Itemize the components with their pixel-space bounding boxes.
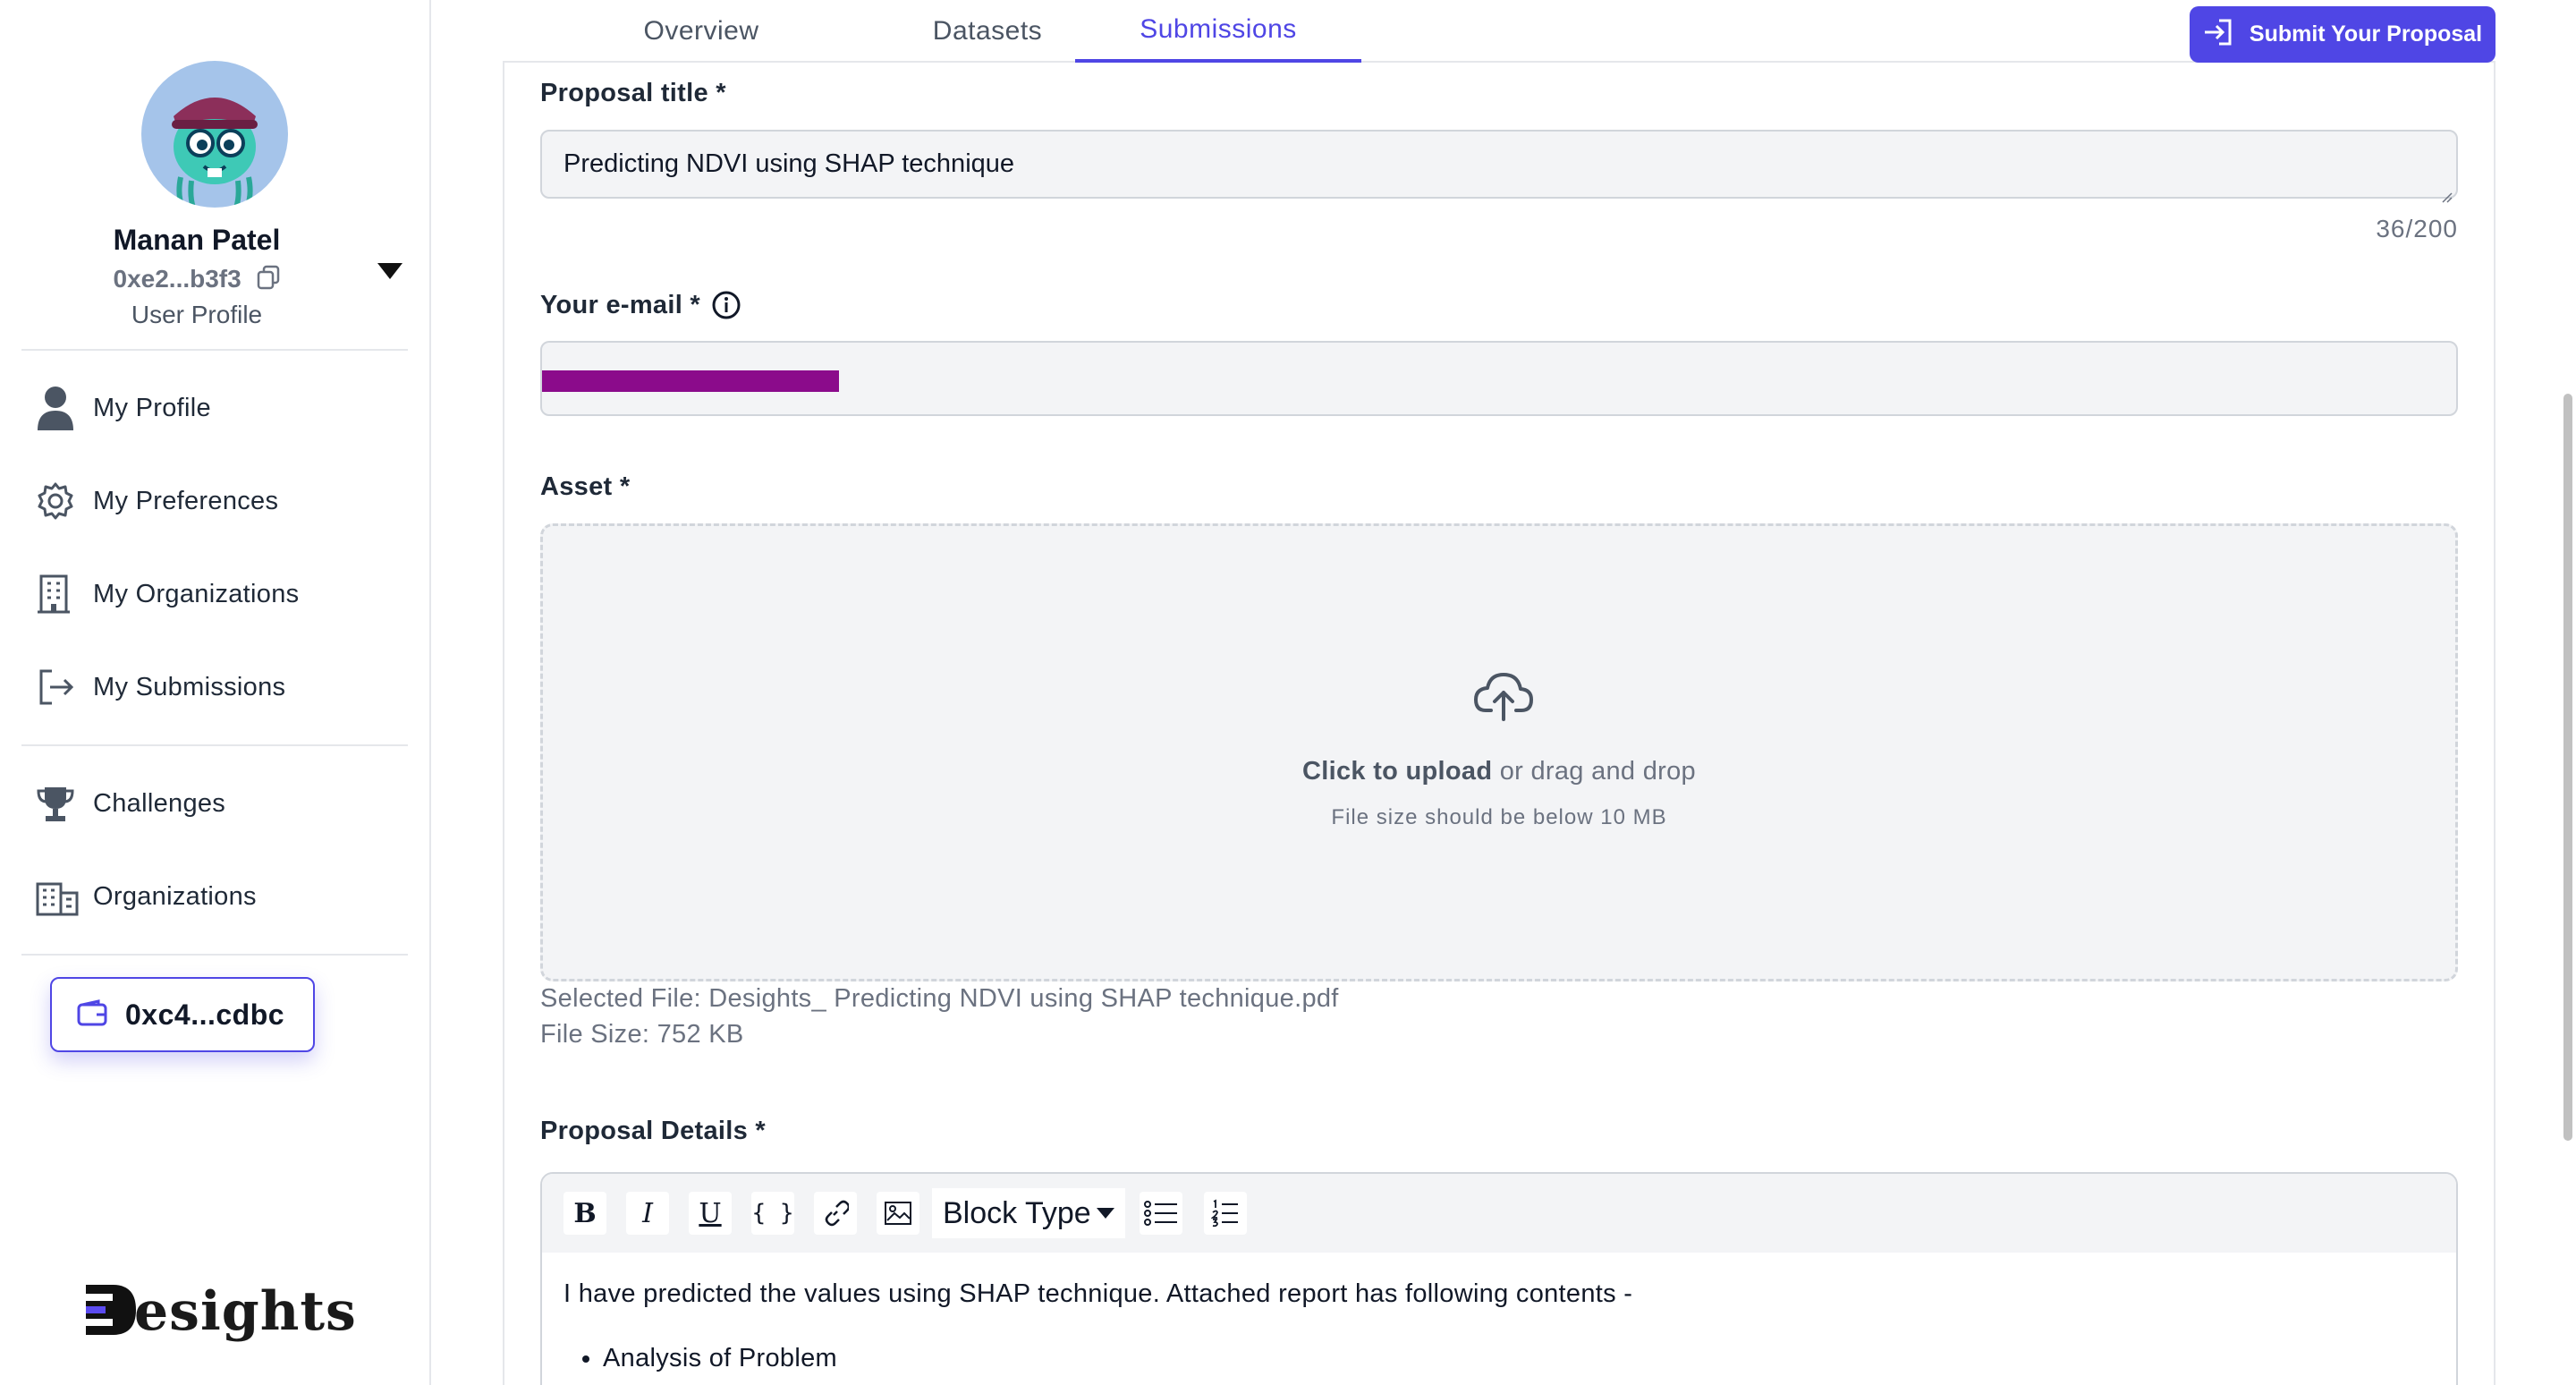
sidebar-item-label: My Organizations xyxy=(93,579,300,608)
proposal-title-input[interactable]: Predicting NDVI using SHAP technique xyxy=(540,130,2458,203)
title-char-counter: 36/200 xyxy=(2376,215,2458,242)
building-icon xyxy=(21,574,93,614)
sidebar-item-my-organizations[interactable]: My Organizations xyxy=(21,562,408,626)
sidebar-item-my-preferences[interactable]: My Preferences xyxy=(21,469,408,533)
selected-file-name: Selected File: Desights_ Predicting NDVI… xyxy=(540,984,1339,1013)
sidebar-item-label: Organizations xyxy=(93,881,257,911)
sidebar-divider xyxy=(21,954,408,956)
image-icon xyxy=(885,1202,911,1225)
redacted-email xyxy=(542,370,839,392)
sidebar-item-label: My Profile xyxy=(93,393,211,422)
rich-text-editor[interactable]: B I U { } Block Type I have predicted th… xyxy=(540,1172,2458,1385)
editor-content[interactable]: I have predicted the values using SHAP t… xyxy=(564,1276,2435,1376)
bullet-list-icon xyxy=(1144,1201,1177,1226)
city-icon xyxy=(21,877,93,916)
code-button[interactable]: { } xyxy=(751,1192,794,1235)
editor-toolbar: B I U { } Block Type xyxy=(542,1174,2456,1253)
trophy-icon xyxy=(21,784,93,823)
sidebar-item-label: My Submissions xyxy=(93,672,286,701)
block-type-label: Block Type xyxy=(943,1195,1091,1230)
brand-logo[interactable]: esights xyxy=(82,1279,357,1344)
sidebar-item-label: My Preferences xyxy=(93,486,279,515)
link-button[interactable] xyxy=(814,1192,857,1235)
block-type-dropdown[interactable]: Block Type xyxy=(932,1188,1125,1238)
tab-overview[interactable]: Overview xyxy=(540,0,862,63)
editor-bullet-list: Analysis of Problem xyxy=(564,1340,2435,1376)
submit-proposal-button[interactable]: Submit Your Proposal xyxy=(2190,6,2496,63)
avatar-character-icon xyxy=(172,98,258,208)
info-icon[interactable] xyxy=(711,290,741,320)
bullet-list-button[interactable] xyxy=(1140,1192,1182,1235)
gear-icon xyxy=(21,481,93,521)
italic-button[interactable]: I xyxy=(626,1192,669,1235)
sidebar-item-my-submissions[interactable]: My Submissions xyxy=(21,655,408,719)
sidebar-item-label: Challenges xyxy=(93,788,226,818)
brand-wordmark: esights xyxy=(134,1280,357,1343)
cloud-upload-icon xyxy=(1473,669,1534,727)
sidebar-item-my-profile[interactable]: My Profile xyxy=(21,376,408,440)
user-profile-label: User Profile xyxy=(131,301,263,328)
wallet-icon xyxy=(77,998,107,1031)
sidebar-item-challenges[interactable]: Challenges xyxy=(21,771,408,836)
sidebar-item-organizations[interactable]: Organizations xyxy=(21,864,408,929)
copy-icon[interactable] xyxy=(257,265,280,296)
wallet-address: 0xc4...cdbc xyxy=(125,998,285,1031)
underline-button[interactable]: U xyxy=(689,1192,732,1235)
avatar[interactable] xyxy=(141,61,288,208)
page-scrollbar[interactable] xyxy=(2563,394,2572,1141)
profile-menu-caret-icon[interactable] xyxy=(376,261,404,283)
editor-paragraph: I have predicted the values using SHAP t… xyxy=(564,1279,1633,1308)
tab-submissions[interactable]: Submissions xyxy=(1075,0,1361,63)
sidebar-divider xyxy=(21,349,408,351)
brand-mark-icon xyxy=(82,1281,140,1343)
image-button[interactable] xyxy=(877,1192,919,1235)
upload-instructions: Click to upload or drag and drop xyxy=(543,757,2455,786)
selected-file-size: File Size: 752 KB xyxy=(540,1020,744,1049)
user-address: 0xe2...b3f3 xyxy=(113,265,242,293)
proposal-title-value: Predicting NDVI using SHAP technique xyxy=(564,149,1015,178)
sidebar-divider xyxy=(21,744,408,746)
sidebar: Manan Patel 0xe2...b3f3 User Profile My … xyxy=(0,0,431,1385)
numbered-list-icon xyxy=(1211,1199,1238,1228)
email-label: Your e-mail * xyxy=(540,290,701,319)
proposal-details-label: Proposal Details * xyxy=(540,1117,766,1145)
wallet-button[interactable]: 0xc4...cdbc xyxy=(50,977,315,1052)
numbered-list-button[interactable] xyxy=(1204,1192,1247,1235)
upload-size-hint: File size should be below 10 MB xyxy=(1331,805,1667,829)
asset-label: Asset * xyxy=(540,472,631,501)
dropdown-caret-icon xyxy=(1096,1208,1114,1219)
logout-icon xyxy=(21,667,93,707)
submit-proposal-label: Submit Your Proposal xyxy=(2249,21,2483,47)
bold-button[interactable]: B xyxy=(564,1192,606,1235)
login-arrow-icon xyxy=(2203,18,2233,51)
email-label-row: Your e-mail * xyxy=(540,290,741,320)
proposal-title-label: Proposal title * xyxy=(540,79,726,107)
resize-grip-icon[interactable] xyxy=(2440,181,2453,203)
user-name: Manan Patel xyxy=(113,224,281,256)
file-dropzone[interactable]: Click to upload or drag and drop File si… xyxy=(540,523,2458,981)
person-icon xyxy=(21,386,93,430)
drag-drop-text: or drag and drop xyxy=(1492,757,1696,786)
user-address-row: 0xe2...b3f3 xyxy=(0,265,394,296)
click-to-upload-text[interactable]: Click to upload xyxy=(1302,757,1492,786)
link-icon xyxy=(825,1200,849,1227)
editor-bullet-item: Analysis of Problem xyxy=(603,1340,2435,1376)
